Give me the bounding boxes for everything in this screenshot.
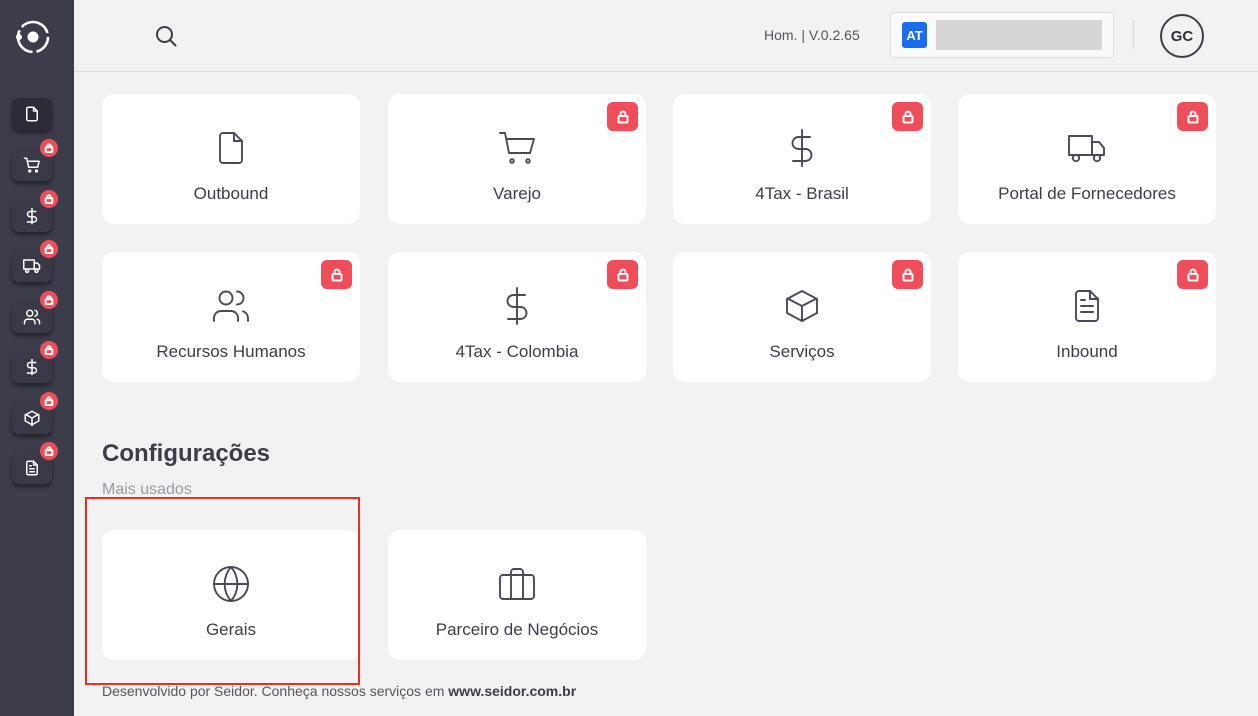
lock-icon <box>607 260 638 289</box>
module-label: Recursos Humanos <box>156 342 306 361</box>
company-badge: AT <box>902 22 927 48</box>
module-label: 4Tax - Brasil <box>755 184 849 203</box>
box-icon <box>24 410 40 427</box>
module-label: Serviços <box>769 342 835 361</box>
module-card-outbound[interactable]: Outbound <box>102 94 360 224</box>
lock-icon <box>40 291 58 309</box>
lock-icon <box>40 392 58 410</box>
truck-icon <box>1067 128 1107 168</box>
settings-section-title: Configurações <box>102 440 271 467</box>
document-icon <box>26 460 38 476</box>
document-icon <box>1067 286 1107 326</box>
lock-icon <box>40 139 58 157</box>
dollar-icon <box>26 358 38 376</box>
sidebar-item-inbound[interactable] <box>12 442 58 484</box>
module-card-inbound[interactable]: Inbound <box>958 252 1216 382</box>
lock-icon <box>40 442 58 460</box>
sidebar-item-servicos[interactable] <box>12 392 58 434</box>
lock-icon <box>40 240 58 258</box>
company-selector[interactable]: AT <box>890 12 1114 58</box>
users-icon <box>23 309 41 325</box>
lock-icon <box>1177 260 1208 289</box>
footer-text: Desenvolvido por Seidor. Conheça nossos … <box>102 683 449 699</box>
company-name-redacted <box>936 20 1102 50</box>
file-icon <box>211 128 251 168</box>
sidebar-item-varejo[interactable] <box>12 139 58 181</box>
search-icon[interactable] <box>154 24 178 48</box>
module-card-4tax-brasil[interactable]: 4Tax - Brasil <box>673 94 931 224</box>
app-logo-icon[interactable] <box>14 18 52 56</box>
lock-icon <box>1177 102 1208 131</box>
header-divider <box>1133 20 1134 50</box>
app-version: Hom. | V.0.2.65 <box>764 27 860 43</box>
lock-icon <box>607 102 638 131</box>
lock-icon <box>40 190 58 208</box>
sidebar-item-4tax-brasil[interactable] <box>12 190 58 232</box>
briefcase-icon <box>497 564 537 604</box>
module-card-portal-fornecedores[interactable]: Portal de Fornecedores <box>958 94 1216 224</box>
sidebar-item-recursos-humanos[interactable] <box>12 291 58 333</box>
module-label: Outbound <box>193 184 269 203</box>
users-icon <box>211 286 251 326</box>
dollar-icon <box>782 128 822 168</box>
settings-label: Parceiro de Negócios <box>435 620 599 639</box>
settings-card-parceiro-negocios[interactable]: Parceiro de Negócios <box>388 530 646 660</box>
module-card-recursos-humanos[interactable]: Recursos Humanos <box>102 252 360 382</box>
lock-icon <box>321 260 352 289</box>
cart-icon <box>497 128 537 168</box>
footer: Desenvolvido por Seidor. Conheça nossos … <box>102 683 576 699</box>
sidebar-item-4tax-colombia[interactable] <box>12 341 58 383</box>
lock-icon <box>40 341 58 359</box>
footer-link[interactable]: www.seidor.com.br <box>448 683 576 699</box>
module-card-servicos[interactable]: Serviços <box>673 252 931 382</box>
top-header: Hom. | V.0.2.65 AT GC <box>74 0 1258 72</box>
dollar-icon <box>497 286 537 326</box>
dollar-icon <box>26 207 38 225</box>
module-label: Portal de Fornecedores <box>998 184 1176 203</box>
sidebar-item-outbound[interactable] <box>12 98 52 130</box>
file-icon <box>26 106 38 122</box>
module-card-varejo[interactable]: Varejo <box>388 94 646 224</box>
module-label: 4Tax - Colombia <box>455 342 579 361</box>
sidebar <box>0 0 74 716</box>
module-label: Inbound <box>1056 342 1118 361</box>
cart-icon <box>23 157 40 173</box>
truck-icon <box>23 259 41 274</box>
lock-icon <box>892 260 923 289</box>
user-avatar[interactable]: GC <box>1160 14 1204 58</box>
module-label: Varejo <box>493 184 541 203</box>
lock-icon <box>892 102 923 131</box>
sidebar-item-portal-fornecedores[interactable] <box>12 240 58 282</box>
module-card-4tax-colombia[interactable]: 4Tax - Colombia <box>388 252 646 382</box>
highlight-annotation <box>85 497 360 685</box>
box-icon <box>782 286 822 326</box>
